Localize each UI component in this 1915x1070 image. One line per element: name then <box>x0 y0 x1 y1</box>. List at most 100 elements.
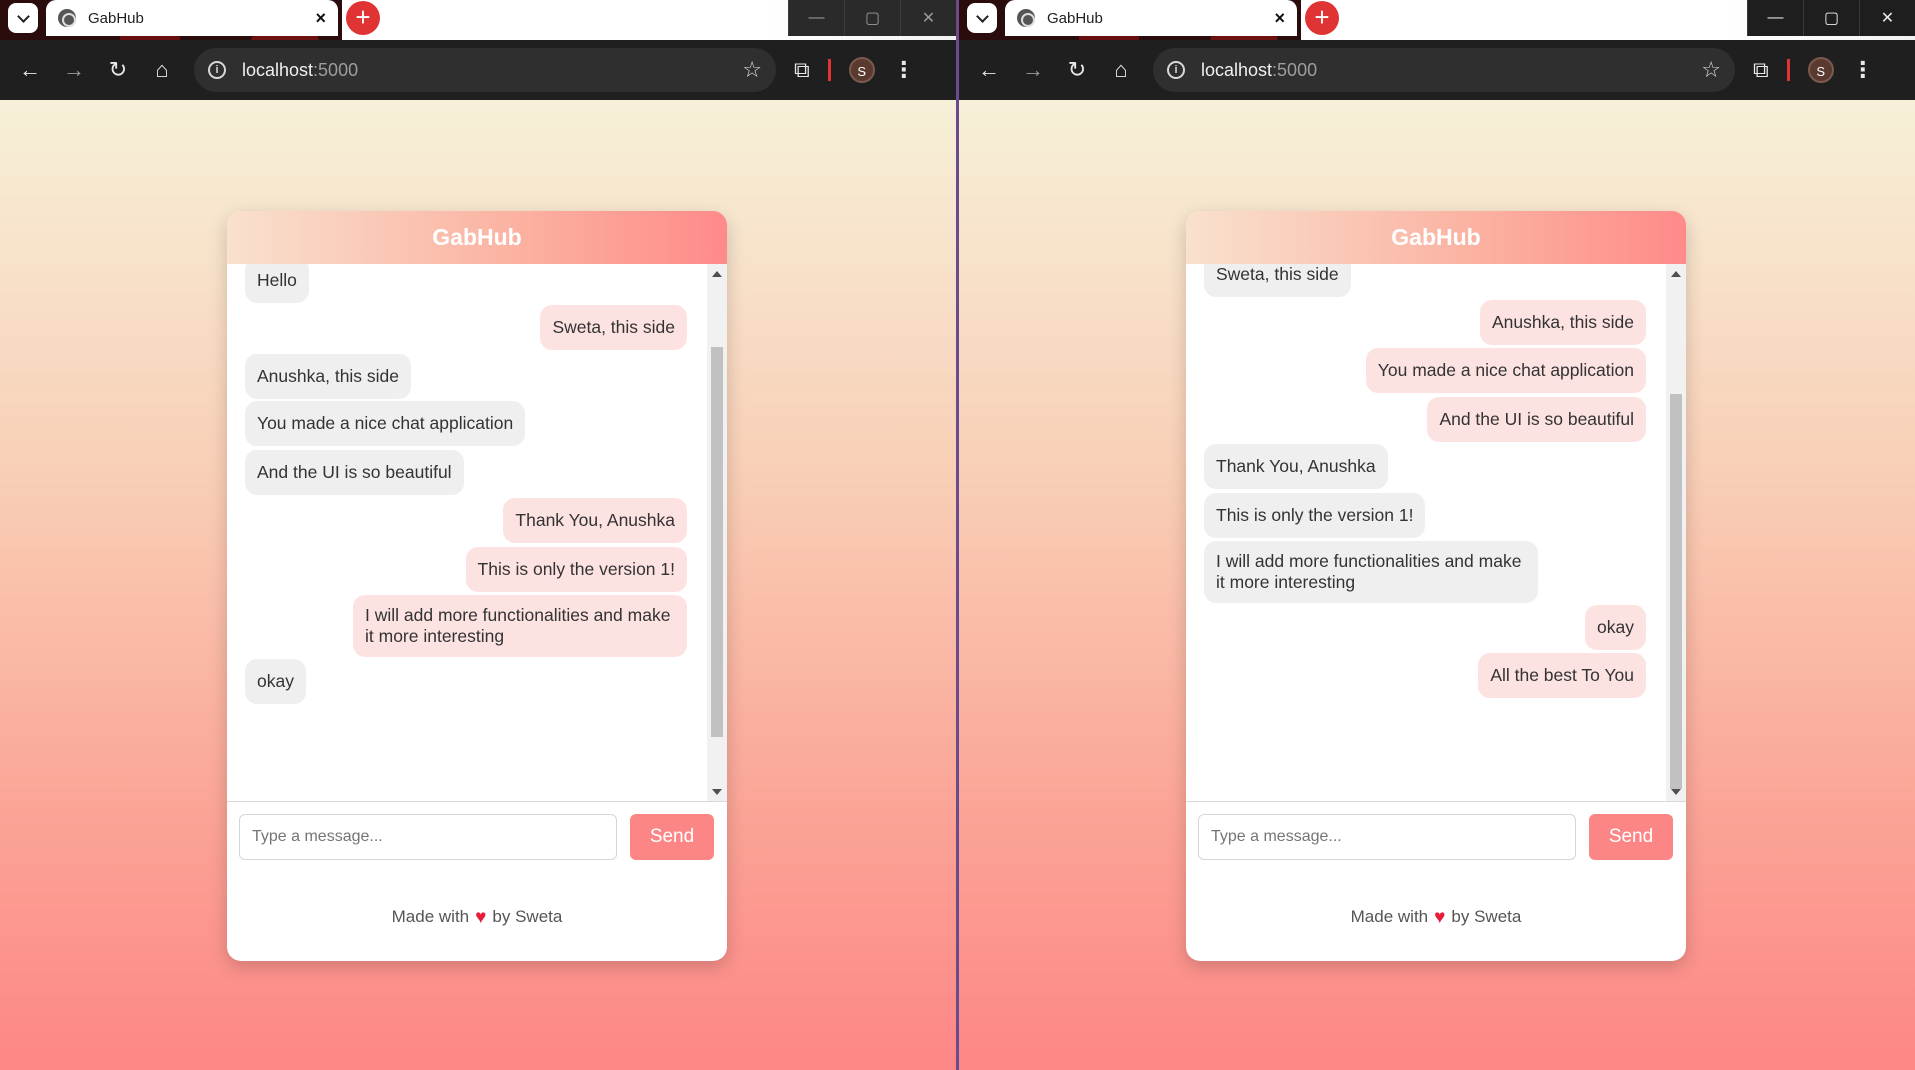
menu-icon[interactable]: ⋮ <box>893 57 915 83</box>
close-window-button[interactable]: ✕ <box>1859 0 1915 36</box>
window-controls: — ▢ ✕ <box>788 0 956 36</box>
browser-window-left: GabHub × + — ▢ ✕ ← → ↻ ⌂ i localhost:500… <box>0 0 956 1070</box>
home-icon[interactable]: ⌂ <box>1099 50 1143 90</box>
maximize-button[interactable]: ▢ <box>844 0 900 36</box>
message-bubble: I will add more functionalities and make… <box>1204 541 1538 603</box>
site-info-icon[interactable]: i <box>208 61 226 79</box>
url-text: localhost:5000 <box>242 60 742 81</box>
bookmark-star-icon[interactable]: ☆ <box>742 57 762 83</box>
message-area[interactable]: Hello Sweta, this side Anushka, this sid… <box>227 264 727 802</box>
tab-gabhub[interactable]: GabHub × <box>1005 0 1297 36</box>
message-bubble: This is only the version 1! <box>465 547 687 592</box>
send-button[interactable]: Send <box>630 814 714 860</box>
message-bubble: okay <box>245 659 306 704</box>
heart-icon: ♥ <box>475 907 487 928</box>
address-bar[interactable]: i localhost:5000 ☆ <box>194 48 776 92</box>
new-tab-button[interactable]: + <box>1305 1 1339 35</box>
message-area[interactable]: Sweta, this side Anushka, this side You … <box>1186 264 1686 802</box>
scroll-up-arrow[interactable] <box>1671 271 1681 277</box>
maximize-button[interactable]: ▢ <box>1803 0 1859 36</box>
reload-icon[interactable]: ↻ <box>1055 50 1099 90</box>
extensions-icon[interactable]: ⧉ <box>1753 57 1769 83</box>
chevron-down-icon <box>975 9 989 23</box>
tab-search-button[interactable] <box>967 3 997 33</box>
url-text: localhost:5000 <box>1201 60 1701 81</box>
message-bubble: You made a nice chat application <box>1365 348 1646 393</box>
browser-toolbar: ← → ↻ ⌂ i localhost:5000 ☆ ⧉ S ⋮ <box>959 40 1915 100</box>
message-bubble: Hello <box>245 264 309 303</box>
forward-icon[interactable]: → <box>1011 50 1055 90</box>
browser-toolbar: ← → ↻ ⌂ i localhost:5000 ☆ ⧉ S ⋮ <box>0 40 956 100</box>
footer: Made with ♥ by Sweta <box>227 907 727 929</box>
minimize-button[interactable]: — <box>1747 0 1803 36</box>
scroll-up-arrow[interactable] <box>712 271 722 277</box>
tab-title: GabHub <box>1047 9 1103 27</box>
url-port: :5000 <box>313 59 359 80</box>
message-scrollbar[interactable] <box>1666 264 1686 801</box>
scroll-down-arrow[interactable] <box>1671 789 1681 795</box>
message-scrollbar[interactable] <box>707 264 727 801</box>
message-bubble: This is only the version 1! <box>1204 493 1426 538</box>
composer: Send <box>227 802 727 872</box>
url-port: :5000 <box>1272 59 1318 80</box>
composer: Send <box>1186 802 1686 872</box>
page-background: GabHub Hello Sweta, this side Anushka, t… <box>0 100 956 1070</box>
bookmark-star-icon[interactable]: ☆ <box>1701 57 1721 83</box>
chat-container: GabHub Sweta, this side Anushka, this si… <box>1186 211 1686 961</box>
tab-strip: GabHub × + — ▢ ✕ <box>0 0 956 40</box>
tab-gabhub[interactable]: GabHub × <box>46 0 338 36</box>
chat-title: GabHub <box>227 211 727 264</box>
url-host: localhost <box>242 59 314 80</box>
message-bubble: And the UI is so beautiful <box>1427 397 1646 442</box>
home-icon[interactable]: ⌂ <box>140 50 184 90</box>
extensions-icon[interactable]: ⧉ <box>794 57 810 83</box>
message-bubble: Thank You, Anushka <box>503 498 687 543</box>
close-window-button[interactable]: ✕ <box>900 0 956 36</box>
chat-title: GabHub <box>1186 211 1686 264</box>
message-bubble: Thank You, Anushka <box>1204 444 1388 489</box>
extension-indicator <box>827 59 831 81</box>
message-input[interactable] <box>239 814 617 860</box>
address-bar[interactable]: i localhost:5000 ☆ <box>1153 48 1735 92</box>
window-controls: — ▢ ✕ <box>1747 0 1915 36</box>
scroll-thumb[interactable] <box>711 347 723 737</box>
minimize-button[interactable]: — <box>788 0 844 36</box>
chevron-down-icon <box>16 9 30 23</box>
message-bubble: Anushka, this side <box>1479 300 1646 345</box>
scroll-down-arrow[interactable] <box>712 789 722 795</box>
footer-suffix: by Sweta <box>492 907 563 926</box>
chat-container: GabHub Hello Sweta, this side Anushka, t… <box>227 211 727 961</box>
message-input[interactable] <box>1198 814 1576 860</box>
message-bubble: Anushka, this side <box>245 354 412 399</box>
footer-prefix: Made with <box>1350 907 1429 926</box>
footer-prefix: Made with <box>391 907 470 926</box>
globe-icon <box>1017 9 1035 27</box>
back-icon[interactable]: ← <box>8 50 52 90</box>
globe-icon <box>58 9 76 27</box>
heart-icon: ♥ <box>1434 907 1446 928</box>
new-tab-button[interactable]: + <box>346 1 380 35</box>
menu-icon[interactable]: ⋮ <box>1852 57 1874 83</box>
url-host: localhost <box>1201 59 1273 80</box>
site-info-icon[interactable]: i <box>1167 61 1185 79</box>
browser-window-right: GabHub × + — ▢ ✕ ← → ↻ ⌂ i localhost:500… <box>959 0 1915 1070</box>
message-bubble: okay <box>1585 605 1646 650</box>
profile-avatar[interactable]: S <box>1807 57 1834 83</box>
scroll-thumb[interactable] <box>1670 394 1682 789</box>
tab-close-icon[interactable]: × <box>1274 8 1285 29</box>
profile-avatar[interactable]: S <box>848 57 875 83</box>
footer: Made with ♥ by Sweta <box>1186 907 1686 929</box>
back-icon[interactable]: ← <box>967 50 1011 90</box>
tab-strip: GabHub × + — ▢ ✕ <box>959 0 1915 40</box>
forward-icon[interactable]: → <box>52 50 96 90</box>
message-bubble: And the UI is so beautiful <box>245 450 464 495</box>
page-background: GabHub Sweta, this side Anushka, this si… <box>959 100 1915 1070</box>
message-bubble: I will add more functionalities and make… <box>353 595 687 657</box>
message-bubble: Sweta, this side <box>1204 264 1351 297</box>
tab-title: GabHub <box>88 9 144 27</box>
reload-icon[interactable]: ↻ <box>96 50 140 90</box>
tab-close-icon[interactable]: × <box>315 8 326 29</box>
send-button[interactable]: Send <box>1589 814 1673 860</box>
tab-search-button[interactable] <box>8 3 38 33</box>
extension-indicator <box>1786 59 1790 81</box>
